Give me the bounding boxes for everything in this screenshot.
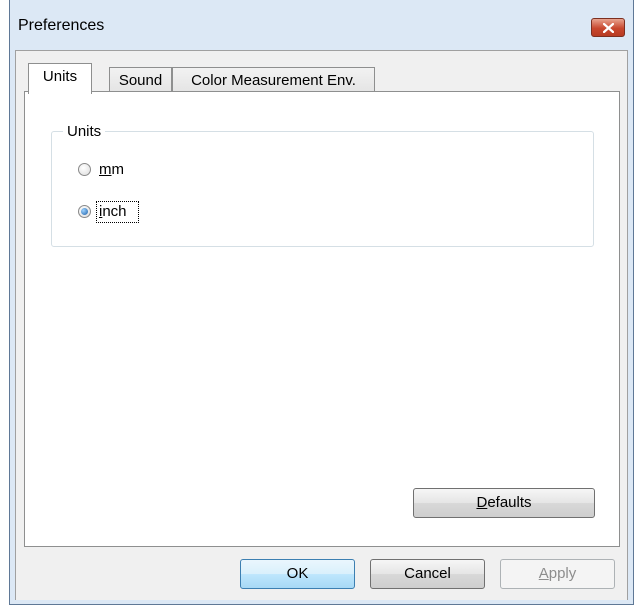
mm-mnemonic: m: [99, 161, 112, 178]
title-bar[interactable]: Preferences: [10, 0, 633, 50]
tab-color-measurement-env[interactable]: Color Measurement Env.: [172, 67, 375, 94]
mm-label-rest: m: [111, 161, 125, 178]
dialog-client-area: Units Sound Color Measurement Env. Units…: [15, 50, 628, 600]
tab-sound-label: Sound: [118, 72, 163, 89]
defaults-label-rest: efaults: [487, 494, 532, 511]
tab-sound[interactable]: Sound: [109, 67, 172, 94]
mm-radio-label[interactable]: mm: [99, 161, 124, 178]
cancel-button-label: Cancel: [404, 565, 451, 582]
mm-radio[interactable]: [78, 163, 91, 176]
close-button[interactable]: [591, 18, 625, 37]
defaults-button[interactable]: Defaults: [413, 488, 595, 518]
ok-button-label: OK: [286, 565, 309, 582]
inch-label-rest: nch: [102, 203, 127, 220]
window-title: Preferences: [18, 17, 105, 34]
tab-color-measurement-env-label: Color Measurement Env.: [191, 72, 356, 89]
apply-label-rest: pply: [548, 565, 577, 582]
units-groupbox: [51, 131, 594, 247]
tab-units[interactable]: Units: [28, 63, 92, 94]
defaults-mnemonic: D: [476, 494, 488, 511]
inch-radio-label[interactable]: inch: [99, 203, 127, 220]
apply-button[interactable]: Apply: [500, 559, 615, 589]
units-group-label: Units: [63, 123, 106, 140]
cancel-button[interactable]: Cancel: [370, 559, 485, 589]
ok-button[interactable]: OK: [240, 559, 355, 589]
tab-units-label: Units: [42, 68, 78, 85]
close-icon: [603, 23, 614, 33]
preferences-window: Preferences Units Sound Color Measuremen…: [9, 0, 634, 605]
apply-mnemonic: A: [538, 565, 549, 582]
inch-radio[interactable]: [78, 205, 91, 218]
